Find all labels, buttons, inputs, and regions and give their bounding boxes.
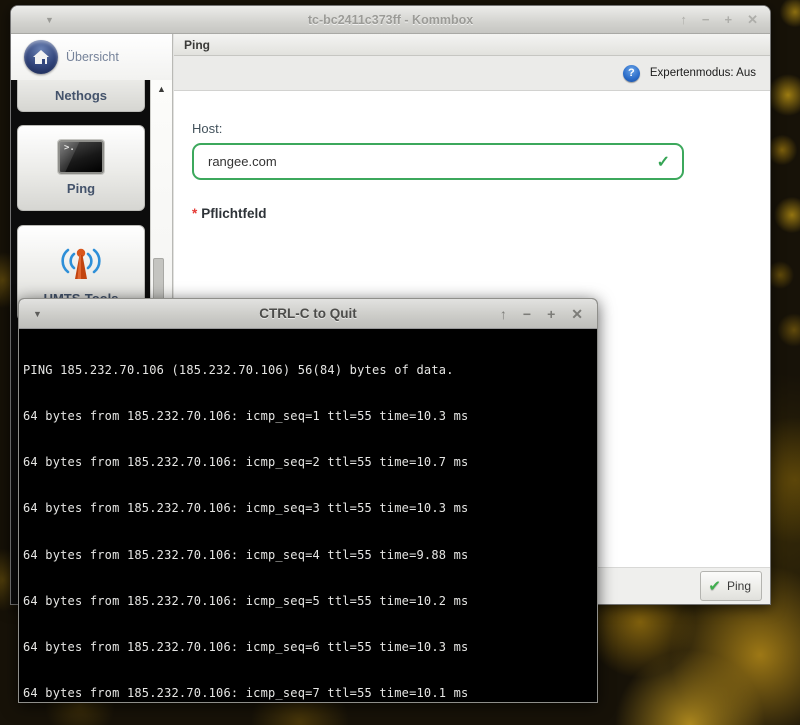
panel-title-label: Ping [184, 38, 210, 52]
terminal-line: PING 185.232.70.106 (185.232.70.106) 56(… [23, 363, 597, 378]
close-icon[interactable]: ✕ [747, 13, 758, 26]
ping-button-label: Ping [727, 579, 751, 593]
terminal-line: 64 bytes from 185.232.70.106: icmp_seq=2… [23, 455, 597, 470]
terminal-line: 64 bytes from 185.232.70.106: icmp_seq=7… [23, 686, 597, 701]
maximize-icon[interactable]: + [547, 307, 555, 321]
terminal-line: 64 bytes from 185.232.70.106: icmp_seq=1… [23, 409, 597, 424]
terminal-output: PING 185.232.70.106 (185.232.70.106) 56(… [19, 329, 597, 702]
required-label: Pflichtfeld [201, 206, 266, 221]
terminal-line: 64 bytes from 185.232.70.106: icmp_seq=6… [23, 640, 597, 655]
terminal-line: 64 bytes from 185.232.70.106: icmp_seq=4… [23, 548, 597, 563]
required-field-note: * Pflichtfeld [192, 206, 770, 221]
expert-mode-status: Expertenmodus: Aus [650, 67, 756, 79]
panel-title: Ping [174, 34, 770, 56]
terminal-titlebar[interactable]: ▼ CTRL-C to Quit ↑ − + ✕ [19, 299, 597, 329]
maximize-icon[interactable]: + [725, 13, 733, 26]
valid-check-icon: ✓ [657, 152, 670, 172]
terminal-line: 64 bytes from 185.232.70.106: icmp_seq=5… [23, 594, 597, 609]
scroll-up-icon[interactable]: ▲ [151, 84, 172, 94]
required-asterisk: * [192, 206, 197, 221]
window-title: tc-bc2411c373ff - Kommbox [11, 13, 770, 27]
help-icon[interactable]: ? [623, 65, 640, 82]
host-input-value[interactable]: rangee.com [208, 154, 657, 169]
sidebar-item-label: Ping [67, 181, 95, 196]
panel-toolbar: ? Expertenmodus: Aus [174, 56, 770, 91]
sidebar-item-uebersicht[interactable]: Übersicht [11, 34, 172, 80]
minimize-icon[interactable]: − [702, 13, 710, 26]
window-menu-icon[interactable]: ▼ [33, 309, 42, 319]
sidebar-item-label: Nethogs [55, 88, 107, 103]
terminal-window: ▼ CTRL-C to Quit ↑ − + ✕ PING 185.232.70… [18, 298, 598, 703]
host-label: Host: [192, 121, 770, 136]
host-input[interactable]: rangee.com ✓ [192, 143, 684, 180]
antenna-icon [58, 241, 104, 286]
check-icon: ✔ [708, 577, 721, 595]
sidebar-item-label: Übersicht [66, 50, 119, 64]
shade-icon[interactable]: ↑ [680, 13, 687, 26]
close-icon[interactable]: ✕ [571, 307, 583, 321]
sidebar-item-nethogs[interactable]: Nethogs [17, 80, 145, 112]
shade-icon[interactable]: ↑ [500, 307, 507, 321]
ping-button[interactable]: ✔ Ping [700, 571, 762, 601]
kommbox-titlebar[interactable]: ▼ tc-bc2411c373ff - Kommbox ↑ − + ✕ [11, 6, 770, 34]
terminal-icon: >. [58, 140, 104, 174]
minimize-icon[interactable]: − [523, 307, 531, 321]
home-icon [24, 40, 58, 74]
sidebar-item-ping[interactable]: >. Ping [17, 125, 145, 211]
window-menu-icon[interactable]: ▼ [45, 15, 54, 25]
terminal-line: 64 bytes from 185.232.70.106: icmp_seq=3… [23, 501, 597, 516]
